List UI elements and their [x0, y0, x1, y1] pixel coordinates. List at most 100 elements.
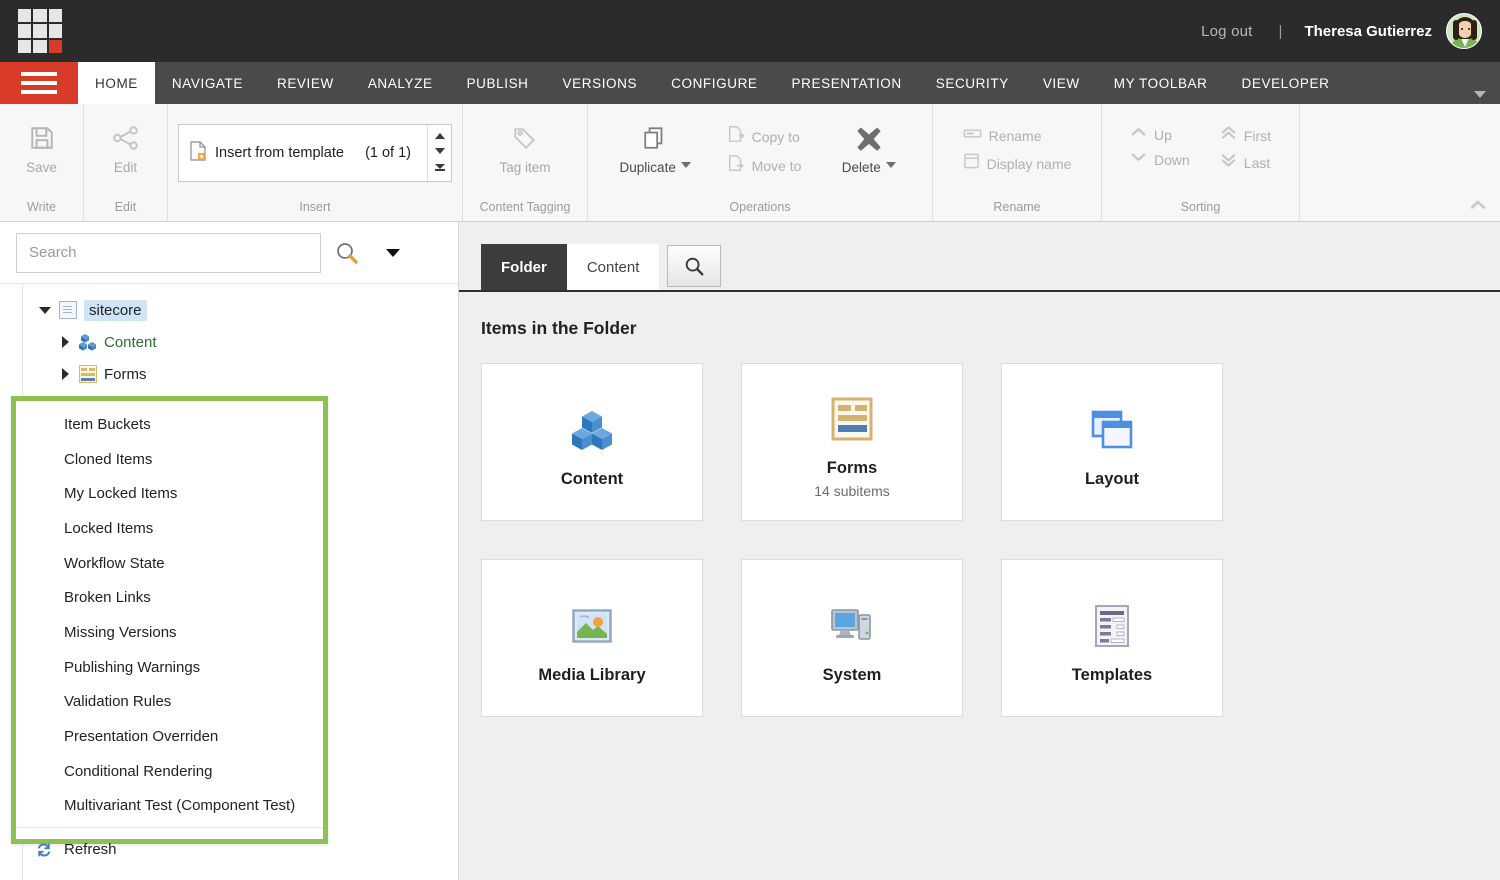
tree-expander-open-icon[interactable] — [38, 306, 52, 314]
ribbon-group-edit: Edit Edit — [84, 104, 168, 221]
menu-item-cloned-items[interactable]: Cloned Items — [16, 442, 323, 477]
tab-folder[interactable]: Folder — [481, 244, 567, 290]
topbar-separator: | — [1278, 22, 1283, 40]
tab-developer[interactable]: DEVELOPER — [1225, 62, 1347, 104]
tree-expander-closed-icon[interactable] — [58, 336, 72, 348]
edit-button[interactable]: Edit — [94, 112, 157, 175]
search-options-chevron-icon[interactable] — [373, 248, 413, 257]
duplicate-button[interactable]: Duplicate — [606, 112, 704, 175]
item-card-system[interactable]: System — [741, 559, 963, 717]
item-card-layout[interactable]: Layout — [1001, 363, 1223, 521]
spinner-up-icon[interactable] — [434, 132, 445, 139]
tab-my-toolbar[interactable]: MY TOOLBAR — [1097, 62, 1225, 104]
item-card-content[interactable]: Content — [481, 363, 703, 521]
menu-item-missing-versions[interactable]: Missing Versions — [16, 615, 323, 650]
new-document-icon — [189, 140, 207, 166]
tab-view[interactable]: VIEW — [1026, 62, 1097, 104]
search-icon[interactable] — [321, 240, 373, 266]
tab-presentation[interactable]: PRESENTATION — [775, 62, 919, 104]
spinner-down-icon[interactable] — [434, 148, 445, 155]
duplicate-caret-icon[interactable] — [680, 161, 691, 168]
sort-first-button[interactable]: First — [1214, 124, 1277, 147]
tab-versions[interactable]: VERSIONS — [546, 62, 655, 104]
move-to-icon — [727, 154, 745, 177]
menu-item-broken-links[interactable]: Broken Links — [16, 580, 323, 615]
tag-item-button[interactable]: Tag item — [485, 112, 565, 175]
image-icon — [572, 598, 612, 654]
tab-configure[interactable]: CONFIGURE — [654, 62, 774, 104]
sort-down-button[interactable]: Down — [1124, 149, 1196, 170]
ribbon-tab-bar: HOME NAVIGATE REVIEW ANALYZE PUBLISH VER… — [0, 62, 1500, 104]
tab-security[interactable]: SECURITY — [919, 62, 1026, 104]
tab-publish[interactable]: PUBLISH — [450, 62, 546, 104]
tab-content[interactable]: Content — [566, 244, 660, 290]
copy-move-group: Copy to Move to — [721, 112, 808, 178]
ribbon-empty-area — [1300, 104, 1500, 221]
item-card-media-library[interactable]: Media Library — [481, 559, 703, 717]
menu-item-presentation-overriden[interactable]: Presentation Overriden — [16, 719, 323, 754]
menu-item-refresh[interactable]: Refresh — [16, 832, 323, 867]
insert-from-template-control[interactable]: Insert from template (1 of 1) — [178, 124, 452, 182]
menu-item-label: Cloned Items — [64, 450, 153, 468]
tree-expander-closed-icon[interactable] — [58, 368, 72, 380]
tree-node-content[interactable]: Content — [0, 326, 458, 358]
ribbon-group-insert-label: Insert — [299, 200, 331, 214]
tree-node-label: sitecore — [84, 299, 147, 321]
item-card-forms[interactable]: Forms 14 subitems — [741, 363, 963, 521]
menu-item-locked-items[interactable]: Locked Items — [16, 511, 323, 546]
search-input[interactable] — [16, 232, 321, 273]
tab-review[interactable]: REVIEW — [260, 62, 351, 104]
last-label: Last — [1243, 154, 1271, 171]
move-to-button[interactable]: Move to — [721, 153, 808, 178]
delete-caret-icon[interactable] — [885, 161, 896, 168]
template-document-icon — [1094, 598, 1130, 654]
logout-link[interactable]: Log out — [1197, 23, 1256, 40]
display-name-button[interactable]: Display name — [957, 151, 1078, 176]
ribbon-group-operations-label: Operations — [729, 200, 791, 214]
first-label: First — [1243, 127, 1271, 144]
insert-count-label: (1 of 1) — [365, 145, 411, 161]
collapse-ribbon-icon[interactable] — [1468, 199, 1488, 215]
insert-spinner[interactable] — [427, 125, 451, 181]
save-button[interactable]: Save — [10, 112, 73, 175]
tab-home[interactable]: HOME — [78, 62, 155, 104]
sorting-col-2: First Last — [1214, 112, 1277, 174]
tab-analyze[interactable]: ANALYZE — [351, 62, 450, 104]
duplicate-label: Duplicate — [619, 160, 676, 175]
menu-item-label: Presentation Overriden — [64, 728, 219, 746]
tree-node-forms[interactable]: Forms — [0, 358, 458, 390]
cubes-icon — [79, 333, 97, 351]
top-bar-user-area: Log out | Theresa Gutierrez — [1197, 13, 1482, 49]
sort-last-button[interactable]: Last — [1214, 151, 1277, 174]
tab-navigate[interactable]: NAVIGATE — [155, 62, 260, 104]
avatar[interactable] — [1446, 13, 1482, 49]
menu-item-item-buckets[interactable]: Item Buckets — [16, 407, 323, 442]
delete-button[interactable]: Delete — [824, 112, 914, 175]
ribbon-group-sorting-label: Sorting — [1180, 200, 1221, 214]
chevron-down-icon — [1130, 150, 1147, 169]
tree-node-sitecore[interactable]: sitecore — [0, 294, 458, 326]
sitecore-logo[interactable] — [18, 9, 62, 53]
menu-item-publishing-warnings[interactable]: Publishing Warnings — [16, 650, 323, 685]
spinner-last-icon[interactable] — [434, 164, 445, 173]
item-card-name: Forms — [826, 459, 878, 477]
menu-item-multivariant-test[interactable]: Multivariant Test (Component Test) — [16, 789, 323, 824]
edit-label: Edit — [113, 160, 138, 175]
chevron-down-icon[interactable] — [1460, 62, 1500, 104]
menu-item-validation-rules[interactable]: Validation Rules — [16, 685, 323, 720]
item-card-templates[interactable]: Templates — [1001, 559, 1223, 717]
content-search-button[interactable] — [667, 245, 722, 287]
computer-icon — [830, 598, 874, 654]
move-to-label: Move to — [751, 157, 802, 174]
menu-item-my-locked-items[interactable]: My Locked Items — [16, 476, 323, 511]
top-bar: Log out | Theresa Gutierrez — [0, 0, 1500, 62]
main-menu-button[interactable] — [0, 62, 78, 104]
copy-to-label: Copy to — [751, 128, 800, 145]
sort-up-button[interactable]: Up — [1124, 124, 1196, 145]
copy-to-button[interactable]: Copy to — [721, 124, 808, 149]
rename-group: Rename Display name — [957, 112, 1078, 176]
rename-button[interactable]: Rename — [957, 124, 1078, 147]
menu-item-label: Missing Versions — [64, 623, 177, 641]
menu-item-workflow-state[interactable]: Workflow State — [16, 546, 323, 581]
menu-item-conditional-rendering[interactable]: Conditional Rendering — [16, 754, 323, 789]
